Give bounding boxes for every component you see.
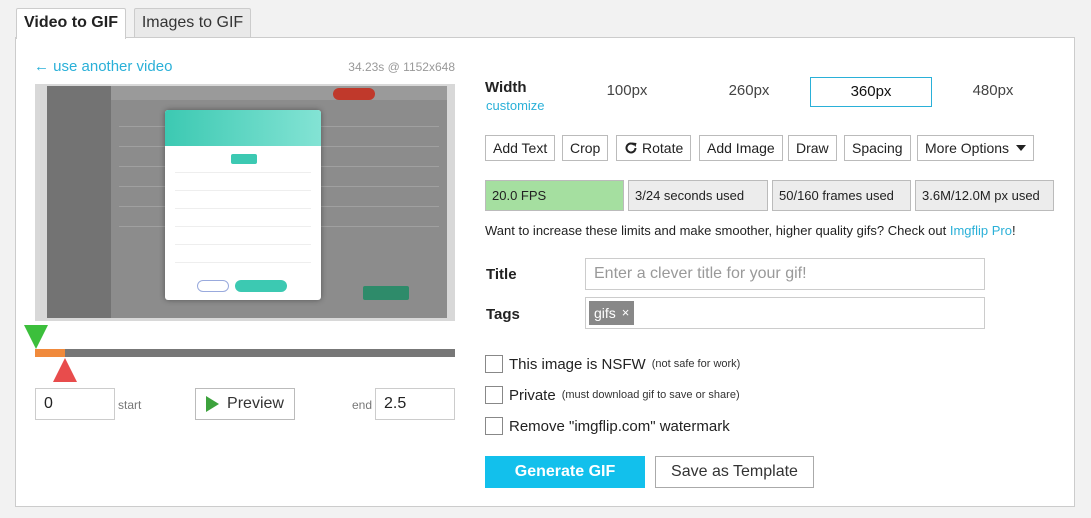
tags-label: Tags: [486, 306, 520, 323]
video-frame-content: [47, 86, 447, 318]
px-stat: 3.6M/12.0M px used: [915, 180, 1054, 211]
watermark-option: Remove "imgflip.com" watermark: [485, 417, 730, 435]
upgrade-text: Want to increase these limits and make s…: [485, 223, 950, 238]
private-checkbox[interactable]: [485, 386, 503, 404]
tab-images-to-gif[interactable]: Images to GIF: [134, 8, 251, 38]
play-icon: [206, 396, 220, 412]
tag-chip: gifs ×: [589, 301, 635, 325]
preview-button-label: Preview: [227, 395, 284, 412]
save-as-template-button[interactable]: Save as Template: [655, 456, 814, 488]
start-time-input[interactable]: [35, 388, 115, 420]
seconds-stat: 3/24 seconds used: [628, 180, 768, 211]
trim-track[interactable]: [35, 349, 455, 357]
customize-width-link[interactable]: customize: [486, 98, 545, 113]
width-option-260px[interactable]: 260px: [688, 77, 810, 107]
add-text-button[interactable]: Add Text: [485, 135, 556, 161]
title-input[interactable]: [585, 258, 985, 290]
start-label: start: [118, 398, 142, 412]
video-meta: 34.23s @ 1152x648: [348, 60, 455, 74]
private-label: Private: [509, 386, 556, 404]
more-options-label: More Options: [925, 140, 1010, 156]
title-label: Title: [486, 266, 517, 283]
video-frame-dialog: [165, 110, 321, 300]
tab-video-to-gif[interactable]: Video to GIF: [16, 8, 126, 39]
imgflip-pro-link[interactable]: Imgflip Pro: [950, 223, 1012, 238]
end-time-input[interactable]: [375, 388, 455, 420]
fps-stat: 20.0 FPS: [485, 180, 624, 211]
spacing-button[interactable]: Spacing: [844, 135, 911, 161]
caret-down-icon: [1016, 145, 1027, 151]
upgrade-message: Want to increase these limits and make s…: [485, 223, 1016, 238]
generate-gif-button[interactable]: Generate GIF: [485, 456, 645, 488]
more-options-button[interactable]: More Options: [917, 135, 1035, 161]
trim-start-handle[interactable]: [24, 325, 48, 349]
video-preview[interactable]: [35, 84, 455, 321]
preview-button[interactable]: Preview: [195, 388, 295, 420]
tag-chip-label: gifs: [594, 305, 616, 321]
upgrade-suffix: !: [1012, 223, 1016, 238]
width-option-360px[interactable]: 360px: [810, 77, 932, 107]
rotate-button[interactable]: Rotate: [616, 135, 692, 161]
width-option-100px[interactable]: 100px: [566, 77, 688, 107]
rotate-button-label: Rotate: [642, 140, 684, 156]
watermark-checkbox[interactable]: [485, 417, 503, 435]
draw-button[interactable]: Draw: [788, 135, 837, 161]
rotate-icon: [625, 142, 637, 154]
nsfw-label: This image is NSFW: [509, 355, 646, 373]
width-label: Width: [485, 79, 527, 96]
nsfw-note: (not safe for work): [651, 358, 741, 370]
private-note: (must download gif to save or share): [561, 389, 740, 401]
use-another-video-link[interactable]: ← use another video: [34, 58, 172, 75]
tags-input[interactable]: gifs ×: [585, 297, 985, 329]
nsfw-option: This image is NSFW (not safe for work): [485, 355, 740, 373]
width-option-480px[interactable]: 480px: [932, 77, 1054, 107]
watermark-label: Remove "imgflip.com" watermark: [509, 417, 730, 435]
private-option: Private (must download gif to save or sh…: [485, 386, 740, 404]
trim-selected-range: [35, 349, 65, 357]
frames-stat: 50/160 frames used: [772, 180, 911, 211]
crop-button[interactable]: Crop: [562, 135, 609, 161]
tag-remove-icon[interactable]: ×: [622, 301, 630, 325]
add-image-button[interactable]: Add Image: [699, 135, 783, 161]
end-label: end: [352, 398, 373, 412]
nsfw-checkbox[interactable]: [485, 355, 503, 373]
trim-end-handle[interactable]: [53, 358, 77, 382]
